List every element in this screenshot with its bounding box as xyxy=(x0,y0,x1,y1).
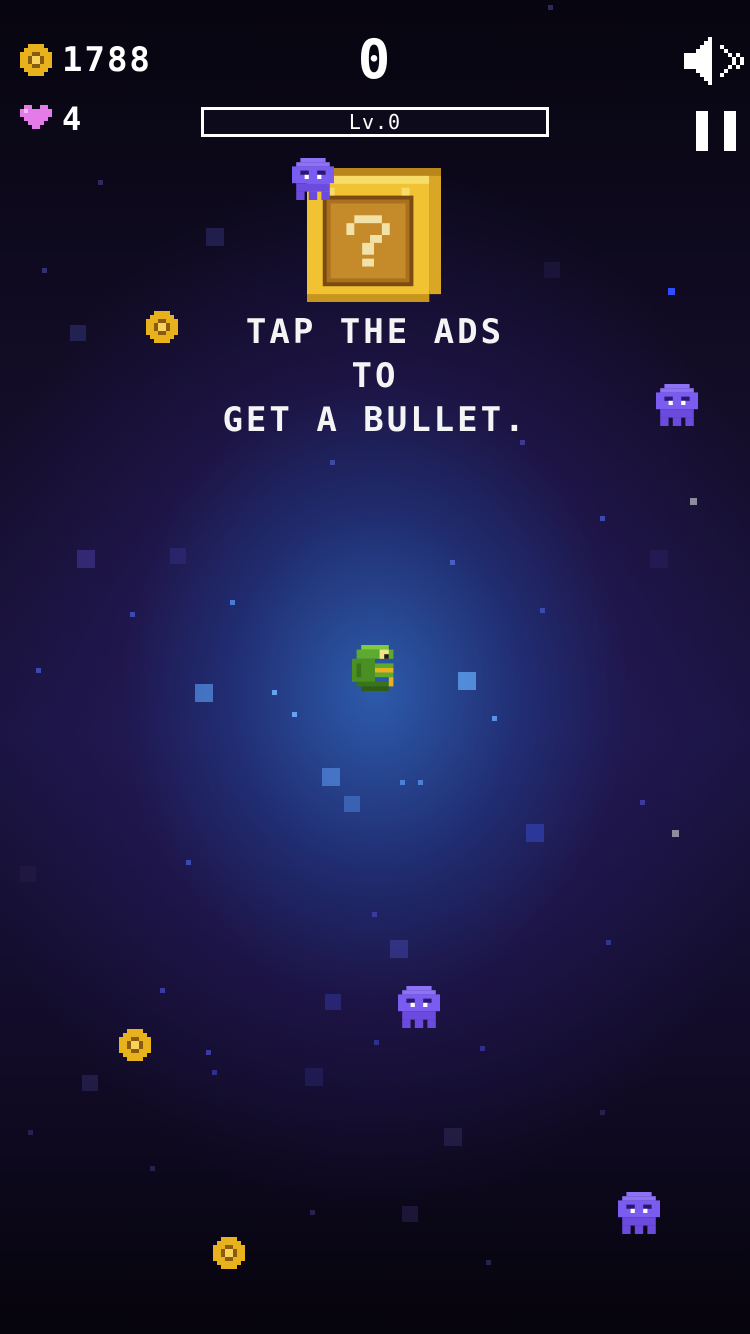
pause-icon[interactable] xyxy=(696,110,736,152)
coin-pickup-1 xyxy=(146,311,178,343)
player-creature[interactable] xyxy=(352,645,398,691)
coin-pickup-2 xyxy=(119,1029,151,1061)
hint-line-1: TAP THE ADS xyxy=(245,312,505,352)
coin-pickup-3 xyxy=(213,1237,245,1269)
lives-count: 4 xyxy=(62,100,84,138)
enemy-ghost-4 xyxy=(618,1192,660,1234)
enemy-ghost-2 xyxy=(656,384,698,426)
heart-icon xyxy=(20,105,52,129)
sound-off-icon[interactable] xyxy=(684,36,748,86)
score-display: 0 xyxy=(357,28,393,91)
ad-hint-text: TAP THE ADS TO GET A BULLET. xyxy=(0,310,750,442)
level-progress-bar: Lv.0 xyxy=(201,107,549,137)
level-label: Lv.0 xyxy=(348,110,402,134)
enemy-ghost-1 xyxy=(292,158,334,200)
hint-line-2: TO xyxy=(351,356,399,396)
hint-line-3: GET A BULLET. xyxy=(222,400,528,440)
enemy-ghost-3 xyxy=(398,986,440,1028)
